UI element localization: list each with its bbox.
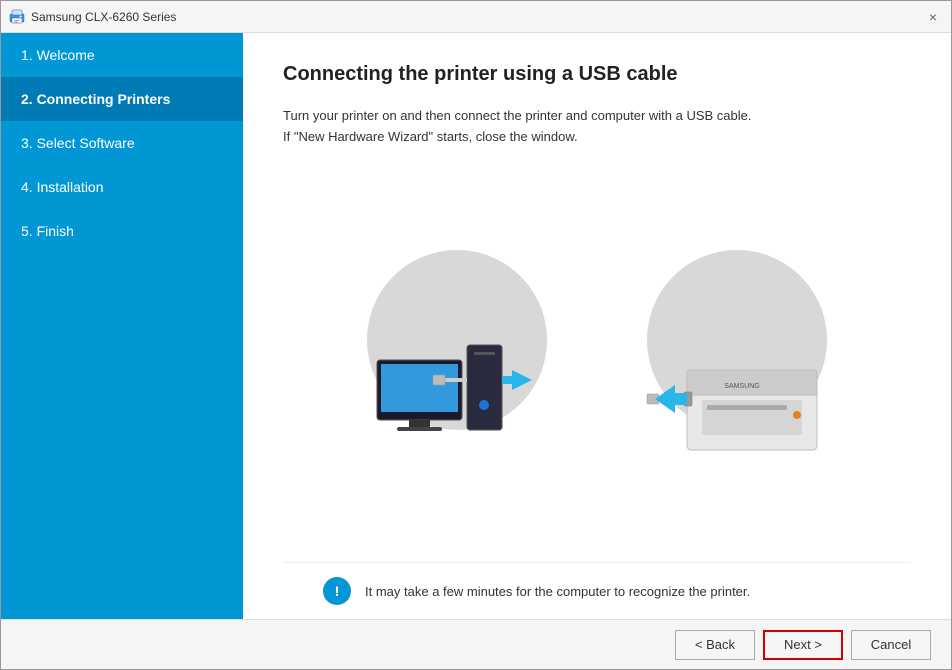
printer-usb-svg: SAMSUNG — [627, 250, 847, 470]
sidebar-item-welcome[interactable]: 1. Welcome — [1, 33, 243, 77]
desc-line1: Turn your printer on and then connect th… — [283, 108, 752, 123]
back-button[interactable]: < Back — [675, 630, 755, 660]
svg-text:SAMSUNG: SAMSUNG — [724, 383, 759, 390]
main-content: 1. Welcome 2. Connecting Printers 3. Sel… — [1, 33, 951, 619]
computer-usb-svg — [347, 250, 567, 470]
printer-illustration: SAMSUNG — [627, 250, 847, 470]
sidebar-item-installation[interactable]: 4. Installation — [1, 165, 243, 209]
content-area: Connecting the printer using a USB cable… — [243, 33, 951, 619]
desc-line2: If "New Hardware Wizard" starts, close t… — [283, 129, 578, 144]
sidebar-item-finish[interactable]: 5. Finish — [1, 209, 243, 253]
cancel-button[interactable]: Cancel — [851, 630, 931, 660]
printer-icon — [9, 9, 25, 25]
footer: < Back Next > Cancel — [1, 619, 951, 669]
sidebar: 1. Welcome 2. Connecting Printers 3. Sel… — [1, 33, 243, 619]
info-bar: ! It may take a few minutes for the comp… — [283, 562, 911, 619]
title-bar: Samsung CLX-6260 Series × — [1, 1, 951, 33]
info-icon: ! — [323, 577, 351, 605]
illustration-area: SAMSUNG — [283, 168, 911, 552]
info-text: It may take a few minutes for the comput… — [365, 584, 750, 599]
content-description: Turn your printer on and then connect th… — [283, 106, 911, 148]
title-bar-text: Samsung CLX-6260 Series — [31, 10, 176, 24]
main-window: Samsung CLX-6260 Series × 1. Welcome 2. … — [0, 0, 952, 670]
sidebar-item-select-software[interactable]: 3. Select Software — [1, 121, 243, 165]
computer-illustration — [347, 250, 567, 470]
next-button[interactable]: Next > — [763, 630, 843, 660]
close-button[interactable]: × — [923, 7, 943, 27]
sidebar-item-connecting-printers[interactable]: 2. Connecting Printers — [1, 77, 243, 121]
title-bar-left: Samsung CLX-6260 Series — [9, 9, 176, 25]
content-title: Connecting the printer using a USB cable — [283, 63, 911, 86]
